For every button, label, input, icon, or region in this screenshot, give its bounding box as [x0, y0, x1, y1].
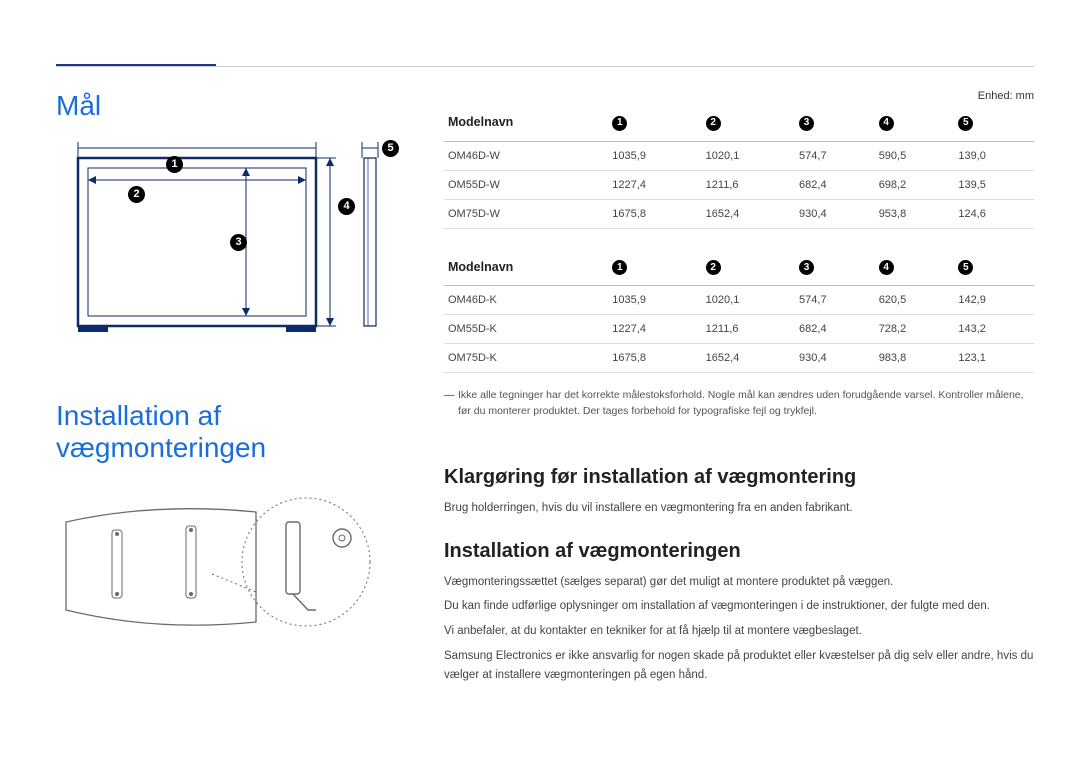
diagram-label-2: 2: [128, 186, 145, 203]
diagram-label-1: 1: [166, 156, 183, 173]
col-5-icon: 5: [958, 116, 973, 131]
table-row: OM46D-W1035,91020,1574,7590,5139,0: [444, 141, 1034, 170]
col-modelname: Modelnavn: [444, 251, 608, 286]
figure-wallmount: [56, 482, 396, 662]
para-prep: Brug holderringen, hvis du vil installer…: [444, 499, 1034, 518]
heading-dimensions: Mål: [56, 90, 396, 122]
para-install-3: Vi anbefaler, at du kontakter en teknike…: [444, 622, 1034, 641]
para-install-1: Vægmonteringssættet (sælges separat) gør…: [444, 573, 1034, 592]
heading-wallmount: Installation af vægmonteringen: [56, 400, 396, 464]
left-column: Mål: [56, 90, 396, 733]
col-3-icon: 3: [799, 116, 814, 131]
table-row: OM55D-W1227,41211,6682,4698,2139,5: [444, 170, 1034, 199]
para-install-2: Du kan finde udførlige oplysninger om in…: [444, 597, 1034, 616]
dimensions-table-2: Modelnavn 1 2 3 4 5 OM46D-K1035,91020,15…: [444, 251, 1034, 374]
figure-dimensions: 1 2 3 4 5: [56, 140, 396, 340]
unit-label: Enhed: mm: [444, 90, 1034, 102]
diagram-label-3: 3: [230, 234, 247, 251]
heading-prep: Klargøring før installation af vægmonter…: [444, 466, 1034, 489]
table-row: OM75D-W1675,81652,4930,4953,8124,6: [444, 199, 1034, 228]
diagram-label-5: 5: [382, 140, 399, 157]
col-5-icon: 5: [958, 260, 973, 275]
table-row: OM75D-K1675,81652,4930,4983,8123,1: [444, 344, 1034, 373]
col-4-icon: 4: [879, 260, 894, 275]
heading-install: Installation af vægmonteringen: [444, 540, 1034, 563]
table-row: OM55D-K1227,41211,6682,4728,2143,2: [444, 315, 1034, 344]
col-1-icon: 1: [612, 260, 627, 275]
table-row: OM46D-K1035,91020,1574,7620,5142,9: [444, 286, 1034, 315]
col-4-icon: 4: [879, 116, 894, 131]
para-install-4: Samsung Electronics er ikke ansvarlig fo…: [444, 647, 1034, 685]
diagram-label-4: 4: [338, 198, 355, 215]
col-2-icon: 2: [706, 116, 721, 131]
dimensions-table-1: Modelnavn 1 2 3 4 5 OM46D-W1035,91020,15…: [444, 106, 1034, 229]
col-modelname: Modelnavn: [444, 106, 608, 141]
col-3-icon: 3: [799, 260, 814, 275]
col-2-icon: 2: [706, 260, 721, 275]
col-1-icon: 1: [612, 116, 627, 131]
table-footnote: Ikke alle tegninger har det korrekte mål…: [444, 387, 1034, 420]
right-column: Enhed: mm Modelnavn 1 2 3 4 5 OM46D-W103…: [444, 90, 1034, 733]
